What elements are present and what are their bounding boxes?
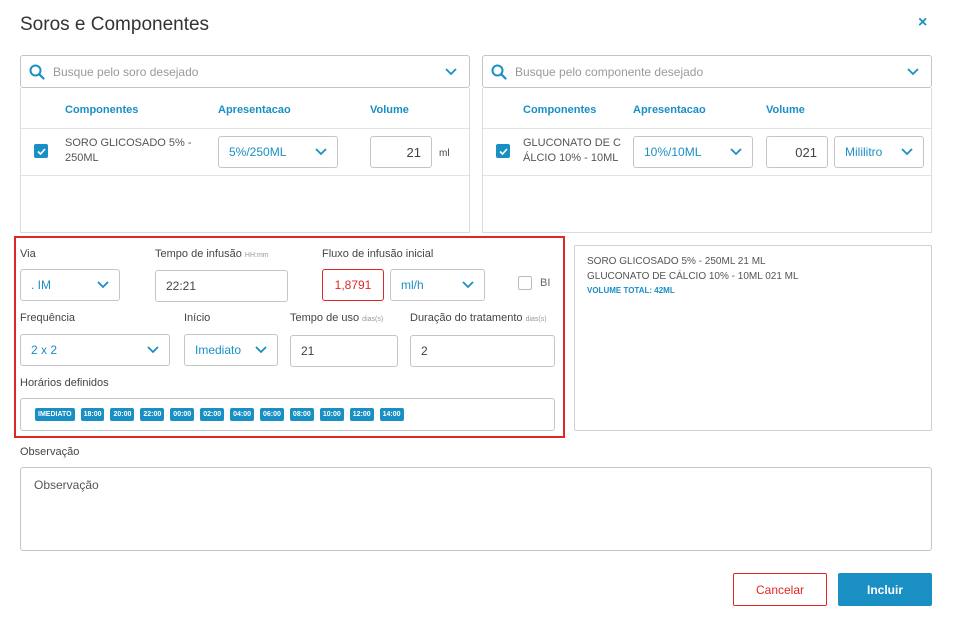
frequencia-label: Frequência <box>20 312 76 324</box>
search-icon <box>491 64 507 80</box>
soro-apresentacao-value: 5%/250ML <box>229 145 287 159</box>
chevron-down-icon[interactable] <box>445 67 457 76</box>
cancel-button[interactable]: Cancelar <box>733 573 827 606</box>
chevron-down-icon <box>255 346 267 354</box>
frequencia-select[interactable]: 2 x 2 <box>20 334 170 366</box>
tempo-infusao-label: Tempo de infusão HH:mm <box>155 248 269 260</box>
dialog-title: Soros e Componentes <box>20 14 210 35</box>
duracao-label: Duração do tratamento dias(s) <box>410 312 547 324</box>
soro-col-apresentacao: Apresentacao <box>218 104 291 116</box>
search-icon <box>29 64 45 80</box>
soro-volume-unit: ml <box>439 148 450 159</box>
tempo-uso-label: Tempo de uso dias(s) <box>290 312 384 324</box>
componente-apresentacao-value: 10%/10ML <box>644 145 702 159</box>
fluxo-unit-select[interactable]: ml/h <box>390 269 485 301</box>
tempo-infusao-input[interactable]: 22:21 <box>155 270 288 302</box>
soro-apresentacao-select[interactable]: 5%/250ML <box>218 136 338 168</box>
componente-apresentacao-select[interactable]: 10%/10ML <box>633 136 753 168</box>
soro-col-componentes: Componentes <box>65 104 139 116</box>
via-select[interactable]: . IM <box>20 269 120 301</box>
soro-col-volume: Volume <box>370 104 409 116</box>
chevron-down-icon <box>315 148 327 156</box>
horario-tag[interactable]: 18:00 <box>80 408 105 421</box>
soro-search-input[interactable]: Busque pelo soro desejado <box>20 55 470 88</box>
soro-row-name: SORO GLICOSADO 5% -250ML <box>65 137 192 164</box>
componente-search-placeholder: Busque pelo componente desejado <box>515 64 704 79</box>
bi-checkbox[interactable] <box>518 276 532 290</box>
via-value: . IM <box>31 278 51 292</box>
horario-tag[interactable]: 12:00 <box>349 408 374 421</box>
chevron-down-icon <box>901 148 913 156</box>
summary-line: GLUCONATO DE CÁLCIO 10% - 10ML 021 ML <box>587 271 799 282</box>
horario-tag[interactable]: 04:00 <box>230 408 255 421</box>
close-icon[interactable]: × <box>918 14 927 32</box>
componente-row-name: GLUCONATO DE C ÁLCIO 10% - 10ML <box>523 137 621 164</box>
summary-line: SORO GLICOSADO 5% - 250ML 21 ML <box>587 256 766 267</box>
horario-tag[interactable]: 22:00 <box>140 408 165 421</box>
volume-total: VOLUME TOTAL: 42ML <box>587 286 675 295</box>
soro-search-placeholder: Busque pelo soro desejado <box>53 64 199 79</box>
horario-tag[interactable]: 10:00 <box>319 408 344 421</box>
horario-tag[interactable]: IMEDIATO <box>35 408 75 421</box>
inicio-select[interactable]: Imediato <box>184 334 278 366</box>
horario-tag[interactable]: 20:00 <box>110 408 135 421</box>
via-label: Via <box>20 248 36 260</box>
componente-col-volume: Volume <box>766 104 805 116</box>
chevron-down-icon <box>462 281 474 289</box>
componente-search-input[interactable]: Busque pelo componente desejado <box>482 55 932 88</box>
componente-col-apresentacao: Apresentacao <box>633 104 706 116</box>
horario-tag[interactable]: 00:00 <box>170 408 195 421</box>
chevron-down-icon <box>147 346 159 354</box>
horario-tag[interactable]: 14:00 <box>379 408 404 421</box>
horarios-label: Horários definidos <box>20 377 109 389</box>
fluxo-label: Fluxo de infusão inicial <box>322 248 434 260</box>
horarios-tag-list: IMEDIATO 18:00 20:00 22:00 00:00 02:00 0… <box>20 398 555 431</box>
inicio-label: Início <box>184 312 211 324</box>
componente-col-componentes: Componentes <box>523 104 597 116</box>
chevron-down-icon[interactable] <box>907 67 919 76</box>
componente-row-checkbox[interactable] <box>496 144 510 158</box>
submit-button[interactable]: Incluir <box>838 573 932 606</box>
tempo-uso-input[interactable]: 21 <box>290 335 398 367</box>
soro-row-checkbox[interactable] <box>34 144 48 158</box>
soro-volume-input[interactable]: 21 <box>370 136 432 168</box>
inicio-value: Imediato <box>195 343 242 357</box>
observacao-label: Observação <box>20 446 80 458</box>
bi-label: BI <box>540 277 551 289</box>
componente-unit-value: Mililitro <box>845 145 883 159</box>
horario-tag[interactable]: 06:00 <box>260 408 284 421</box>
componente-unit-select[interactable]: Mililitro <box>834 136 924 168</box>
componente-volume-input[interactable]: 021 <box>766 136 828 168</box>
horario-tag[interactable]: 02:00 <box>200 408 225 421</box>
fluxo-unit-value: ml/h <box>401 278 424 292</box>
fluxo-input[interactable]: 1,8791 <box>322 269 384 301</box>
summary-panel: SORO GLICOSADO 5% - 250ML 21 ML GLUCONAT… <box>574 245 932 431</box>
frequencia-value: 2 x 2 <box>31 343 58 357</box>
horario-tag[interactable]: 08:00 <box>289 408 314 421</box>
duracao-input[interactable]: 2 <box>410 335 555 367</box>
chevron-down-icon <box>97 281 109 289</box>
chevron-down-icon <box>730 148 742 156</box>
observacao-textarea[interactable]: Observação <box>20 467 932 551</box>
